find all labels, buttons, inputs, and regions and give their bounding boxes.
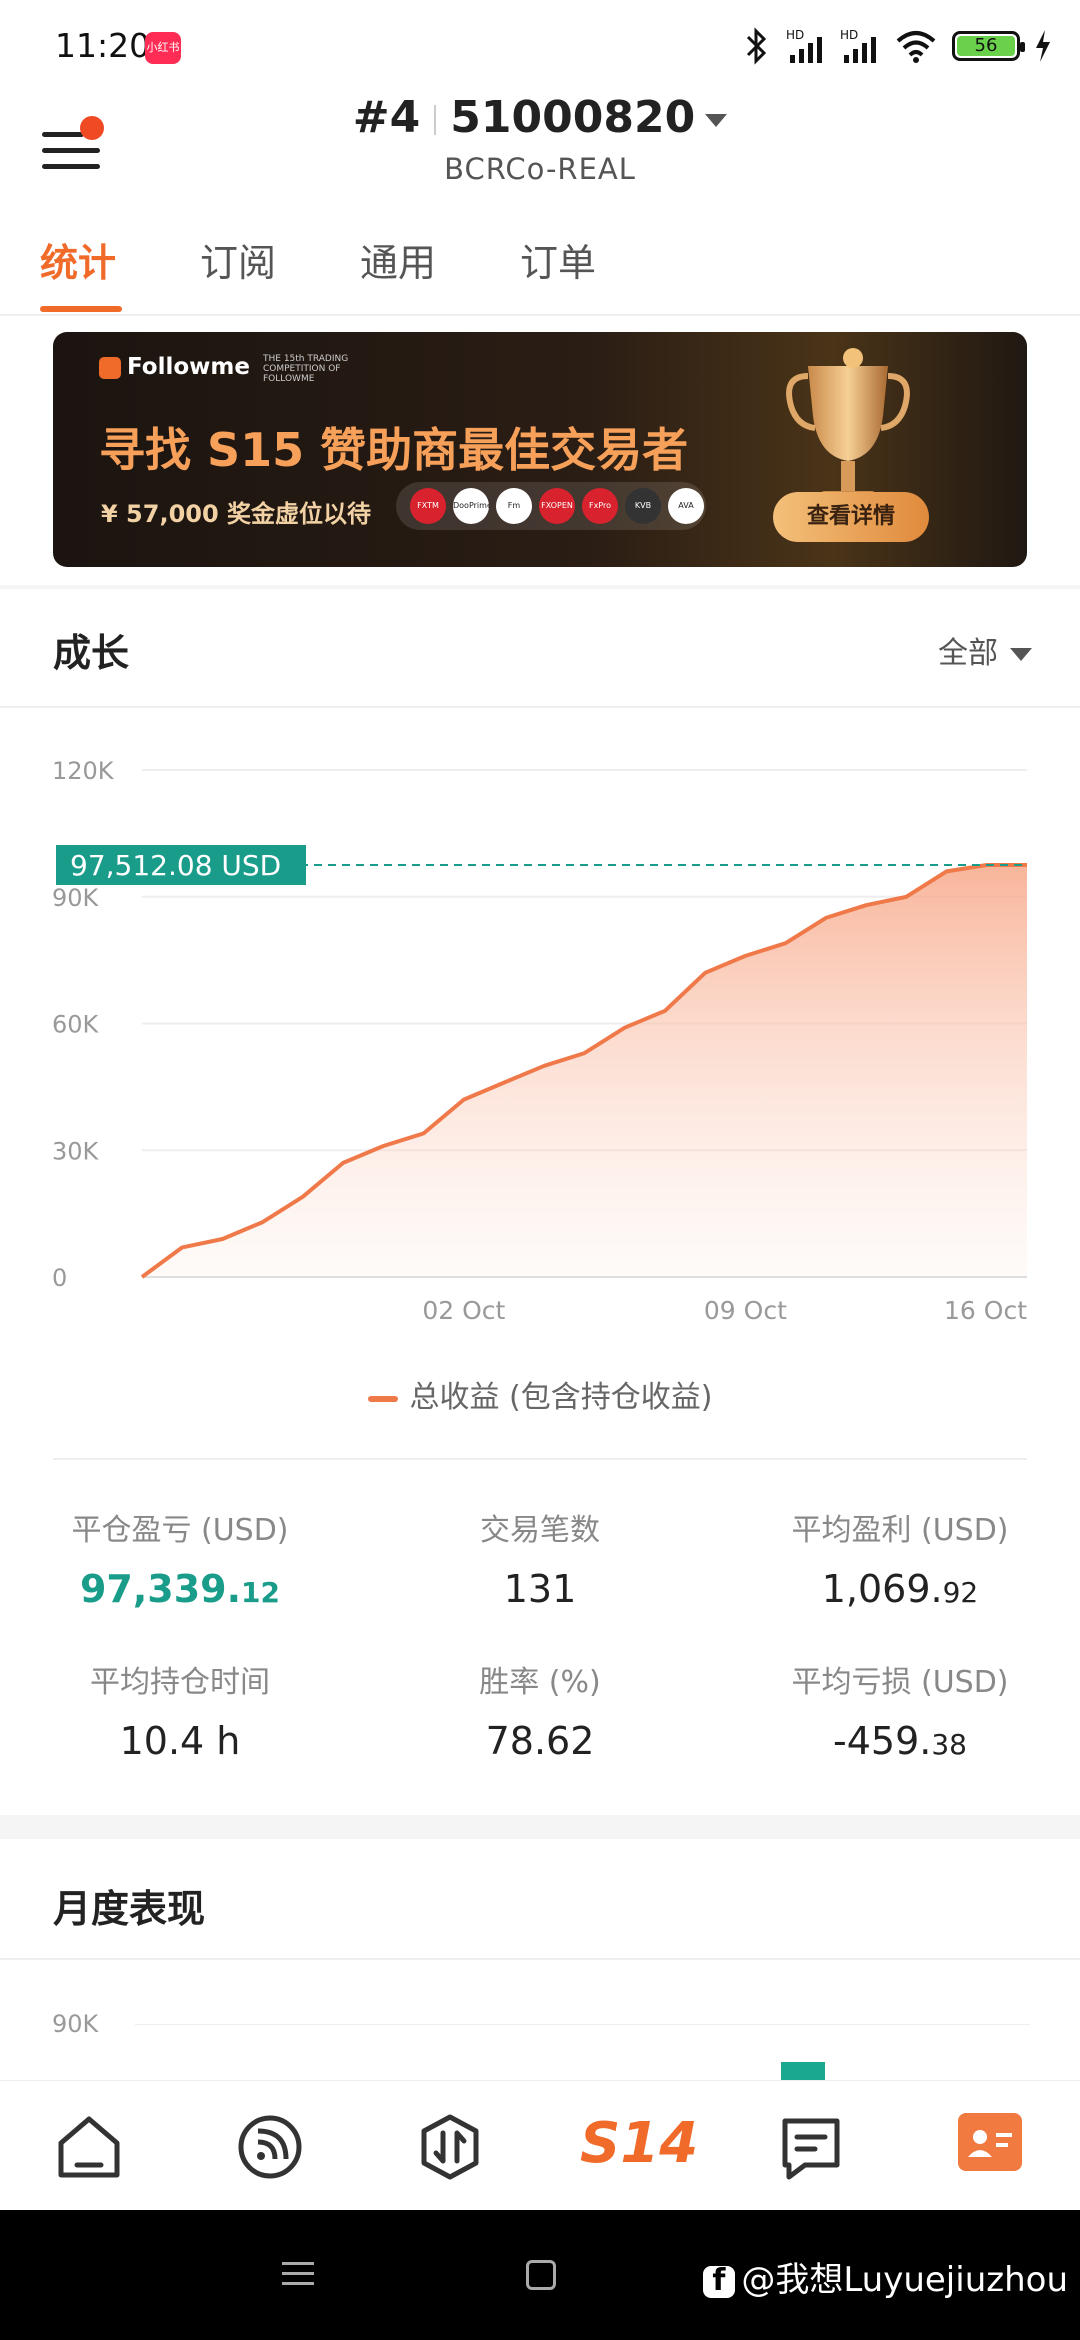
- y-tick-label: 60K: [52, 1011, 100, 1039]
- x-tick-label: 16 Oct: [944, 1296, 1027, 1325]
- account-server: BCRCo-REAL: [444, 152, 636, 186]
- status-bar: 11:20 小红书 HD HD 56: [0, 0, 1080, 90]
- y-tick-label: 120K: [52, 757, 115, 785]
- monthly-gridline: [135, 2024, 1030, 2025]
- banner-title: 寻找 S15 赞助商最佳交易者: [99, 423, 689, 477]
- section-divider: [0, 1958, 1080, 1960]
- chart-legend: 总收益 (包含持仓收益): [0, 1372, 1080, 1416]
- current-value-label: 97,512.08 USD: [70, 849, 281, 882]
- monthly-title: 月度表现: [53, 1887, 206, 1931]
- growth-chart[interactable]: 0 30K 60K 90K 120K 97,512.08 USD 02 Oct 09 Oct 1…: [0, 720, 1080, 1360]
- stat-win-rate: 胜率 (%) 78.62: [390, 1657, 690, 1763]
- sponsor-logo: FxPro: [582, 488, 618, 524]
- account-number: 51000820: [450, 92, 696, 143]
- stat-value: 10.4 h: [119, 1719, 241, 1763]
- tab-active-indicator: [40, 306, 122, 312]
- home-icon[interactable]: [53, 2111, 125, 2183]
- sponsor-logo: AVA: [668, 488, 704, 524]
- y-tick-label: 0: [52, 1264, 67, 1292]
- stat-value: 97,339.12: [79, 1567, 281, 1611]
- promo-banner[interactable]: Followme THE 15th TRADING COMPETITION OF…: [53, 332, 1027, 567]
- tab-subscribe[interactable]: 订阅: [200, 232, 276, 287]
- home-button[interactable]: [526, 2260, 556, 2290]
- section-divider: [0, 1815, 1080, 1839]
- signal-icon: HD: [786, 28, 822, 63]
- legend-label: 总收益 (包含持仓收益): [409, 1380, 713, 1415]
- tab-bar: 统计 订阅 通用 订单: [0, 228, 1080, 316]
- competition-label: THE 15th TRADING COMPETITION OF FOLLOWME: [263, 354, 349, 384]
- stats-divider: [53, 1458, 1027, 1460]
- stat-value: 131: [503, 1567, 577, 1611]
- bottom-nav: S14: [0, 2080, 1080, 2210]
- monthly-y-tick: 90K: [52, 2010, 99, 2038]
- stat-value: -459.38: [833, 1719, 967, 1763]
- stat-label: 平仓盈亏 (USD): [71, 1513, 289, 1548]
- app-badge-icon: 小红书: [145, 32, 181, 64]
- watermark: @我想Luyuejiuzhou: [703, 2252, 1068, 2301]
- system-nav-bar: @我想Luyuejiuzhou: [0, 2210, 1080, 2340]
- banner-prize: ¥ 57,000 奖金虚位以待: [101, 500, 372, 528]
- x-tick-label: 09 Oct: [704, 1296, 787, 1325]
- account-header: #4 51000820 BCRCo-REAL: [0, 90, 1080, 200]
- stat-avg-profit: 平均盈利 (USD) 1,069.92: [750, 1505, 1050, 1611]
- tab-statistics[interactable]: 统计: [40, 232, 116, 287]
- sponsor-logo: FXTM: [410, 488, 446, 524]
- battery-level: 56: [957, 36, 1015, 56]
- sponsor-logo: FXOPEN: [539, 488, 575, 524]
- sponsor-logo: DooPrime: [453, 488, 489, 524]
- y-tick-label: 90K: [52, 884, 100, 912]
- stat-label: 平均持仓时间: [90, 1665, 270, 1700]
- followme-logo: Followme: [99, 354, 250, 380]
- bluetooth-icon: [746, 27, 767, 65]
- stat-label: 交易笔数: [480, 1513, 600, 1548]
- section-divider: [0, 706, 1080, 708]
- account-selector[interactable]: #4 51000820: [0, 92, 1080, 143]
- feed-icon[interactable]: [234, 2111, 306, 2183]
- signal-hd-label-2: HD: [840, 28, 858, 42]
- trade-icon[interactable]: [414, 2111, 486, 2183]
- wifi-icon: [896, 31, 936, 63]
- stat-value: 78.62: [485, 1719, 595, 1763]
- stat-label: 平均亏损 (USD): [791, 1665, 1009, 1700]
- signal-icon-2: HD: [840, 28, 876, 63]
- chevron-down-icon: [705, 113, 728, 127]
- recent-apps-button[interactable]: [282, 2260, 314, 2288]
- battery-icon: 56: [952, 31, 1025, 61]
- status-icons: HD HD 56: [742, 26, 1052, 66]
- section-divider: [0, 585, 1080, 589]
- stat-value: 1,069.92: [821, 1567, 979, 1611]
- stat-label: 平均盈利 (USD): [791, 1513, 1009, 1548]
- account-rank: #4: [352, 92, 421, 143]
- tab-orders[interactable]: 订单: [520, 232, 596, 287]
- stat-trade-count: 交易笔数 131: [390, 1505, 690, 1611]
- range-filter-value: 全部: [938, 636, 998, 671]
- messages-icon[interactable]: [775, 2111, 847, 2183]
- charging-icon: [1036, 30, 1050, 62]
- growth-title: 成长: [53, 631, 130, 675]
- monthly-bar[interactable]: [781, 2062, 825, 2082]
- legend-swatch: [367, 1395, 398, 1402]
- chevron-down-icon: [1010, 648, 1032, 661]
- stat-avg-hold-time: 平均持仓时间 10.4 h: [30, 1657, 330, 1763]
- sponsor-logo: KVB: [625, 488, 661, 524]
- range-filter-dropdown[interactable]: 全部: [938, 628, 1032, 672]
- status-time: 11:20: [55, 26, 151, 65]
- tab-general[interactable]: 通用: [360, 232, 436, 287]
- stat-avg-loss: 平均亏损 (USD) -459.38: [750, 1657, 1050, 1763]
- y-tick-label: 30K: [52, 1137, 100, 1165]
- stat-closed-pnl: 平仓盈亏 (USD) 97,339.12: [30, 1505, 330, 1611]
- sponsor-logos: FXTM DooPrime Fm FXOPEN FxPro KVB AVA: [396, 482, 706, 530]
- x-tick-label: 02 Oct: [422, 1296, 505, 1325]
- stat-label: 胜率 (%): [479, 1665, 601, 1700]
- account-icon[interactable]: [958, 2113, 1022, 2171]
- view-details-button[interactable]: 查看详情: [773, 492, 929, 542]
- signal-hd-label: HD: [786, 28, 804, 42]
- s14-competition-tab[interactable]: S14: [580, 2111, 698, 2176]
- sponsor-logo: Fm: [496, 488, 532, 524]
